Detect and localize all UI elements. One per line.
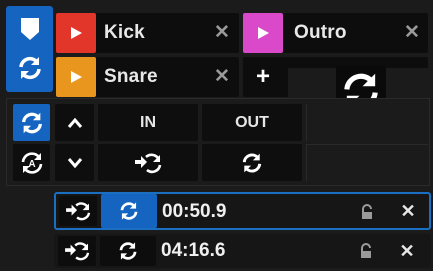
loop-jump-button[interactable]: [58, 236, 96, 266]
loop-icon: [119, 242, 137, 260]
play-icon: [71, 27, 82, 39]
loop-jump-button[interactable]: [59, 196, 97, 226]
loop-size-down-button[interactable]: [55, 144, 94, 181]
cue-label: Kick: [104, 22, 145, 43]
loop-controls-empty-bottom: [306, 144, 428, 181]
loop-toggle-button[interactable]: [13, 104, 50, 141]
play-icon: [258, 27, 269, 39]
cue-pad-kick[interactable]: Kick ✕: [56, 13, 239, 53]
cue-color-swatch: [56, 13, 96, 53]
loop-mode-icon[interactable]: [16, 54, 44, 82]
saved-loop-row[interactable]: 00:50.9 ✕: [54, 192, 431, 230]
loop-size-up-button[interactable]: [55, 104, 94, 141]
loop-time: 00:50.9: [162, 201, 227, 222]
loop-in-button[interactable]: IN: [98, 104, 198, 141]
loop-controls-empty-top: [306, 104, 428, 141]
loop-activate-button[interactable]: [100, 236, 156, 266]
loop-icon: [120, 202, 138, 220]
loop-out-adjust-icon: [242, 152, 262, 173]
loop-activate-button[interactable]: [101, 194, 157, 228]
cue-label: Snare: [104, 66, 158, 87]
cue-pad-outro[interactable]: Outro ✕: [243, 13, 428, 53]
auto-loop-icon: A: [21, 151, 42, 174]
cue-color-swatch: [243, 13, 283, 53]
cue-delete-button[interactable]: ✕: [206, 13, 238, 53]
cue-delete-button[interactable]: ✕: [397, 13, 427, 53]
cue-delete-button[interactable]: ✕: [206, 57, 238, 97]
loop-jump-icon: [65, 242, 90, 261]
loop-out-adjust-button[interactable]: [202, 144, 302, 181]
loop-jump-icon: [66, 202, 91, 221]
loop-out-button[interactable]: OUT: [202, 104, 302, 141]
saved-loop-row[interactable]: 04:16.6 ✕: [54, 234, 431, 268]
cue-mode-icon[interactable]: [18, 16, 42, 44]
loop-in-adjust-icon: [135, 153, 162, 173]
lock-icon[interactable]: [359, 243, 375, 259]
loop-time: 04:16.6: [161, 240, 226, 261]
add-cue-swatch: +: [243, 57, 283, 97]
loop-delete-button[interactable]: ✕: [394, 198, 422, 224]
loop-icon: [21, 112, 42, 133]
play-icon: [71, 71, 82, 83]
loop-delete-button[interactable]: ✕: [393, 238, 421, 264]
svg-text:A: A: [28, 159, 35, 170]
auto-loop-button[interactable]: A: [13, 144, 50, 181]
loop-in-adjust-button[interactable]: [98, 144, 198, 181]
cue-color-swatch: [56, 57, 96, 97]
cue-pad-snare[interactable]: Snare ✕: [56, 57, 239, 97]
chevron-down-icon: [67, 157, 82, 168]
cue-label: Outro: [294, 22, 347, 43]
plus-icon: +: [255, 63, 270, 90]
lock-icon[interactable]: [360, 204, 376, 220]
chevron-up-icon: [67, 117, 82, 128]
